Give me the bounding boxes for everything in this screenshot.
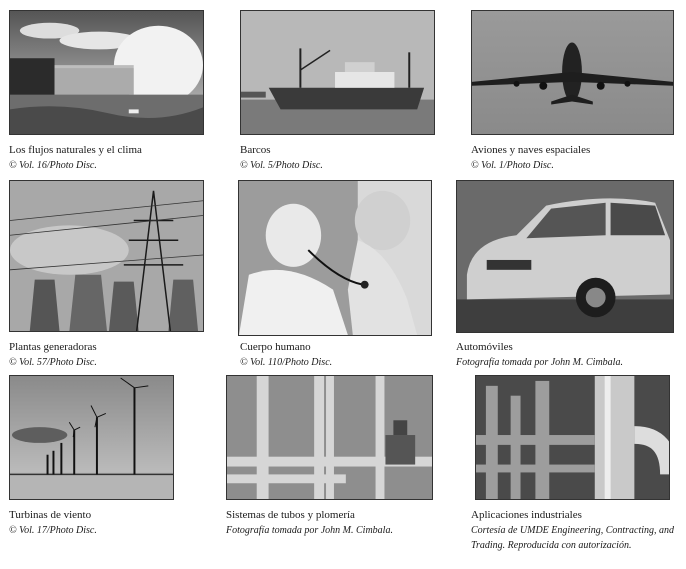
car-photo [456, 180, 674, 333]
figure-title: Aplicaciones industriales [471, 509, 582, 521]
figure-credit: © Vol. 16/Photo Disc. [9, 160, 97, 171]
doctor-child-photo [238, 180, 432, 336]
figure-title: Cuerpo humano [240, 341, 311, 353]
figure-credit: © Vol. 110/Photo Disc. [240, 357, 333, 368]
figure-credit: Fotografía tomada por John M. Cimbala. [456, 357, 623, 368]
figure-credit: Cortesía de UMDE Engineering, Contractin… [471, 525, 675, 551]
industrial-photo [475, 375, 670, 500]
figure-credit: © Vol. 57/Photo Disc. [9, 357, 97, 368]
figure-title: Los flujos naturales y el clima [9, 144, 142, 156]
waterfall-photo [9, 10, 204, 135]
caption-power-plant: Plantas generadoras © Vol. 57/Photo Disc… [9, 340, 209, 370]
figure-credit: © Vol. 5/Photo Disc. [240, 160, 323, 171]
figure-credit: © Vol. 17/Photo Disc. [9, 525, 97, 536]
figure-title: Aviones y naves espaciales [471, 144, 591, 156]
caption-pipes: Sistemas de tubos y plomería Fotografía … [226, 508, 451, 538]
power-plant-photo [9, 180, 204, 332]
caption-car: Automóviles Fotografía tomada por John M… [456, 340, 681, 370]
figure-credit: © Vol. 1/Photo Disc. [471, 160, 554, 171]
airplane-photo [471, 10, 674, 135]
ship-photo [240, 10, 435, 135]
figure-title: Barcos [240, 144, 271, 156]
figure-title: Plantas generadoras [9, 341, 97, 353]
pipes-photo [226, 375, 433, 500]
caption-industrial: Aplicaciones industriales Cortesía de UM… [471, 508, 681, 553]
caption-wind-turbines: Turbinas de viento © Vol. 17/Photo Disc. [9, 508, 209, 538]
figure-credit: Fotografía tomada por John M. Cimbala. [226, 525, 393, 536]
caption-airplane: Aviones y naves espaciales © Vol. 1/Phot… [471, 143, 681, 173]
caption-ship: Barcos © Vol. 5/Photo Disc. [240, 143, 440, 173]
caption-human-body: Cuerpo humano © Vol. 110/Photo Disc. [240, 340, 440, 370]
figure-title: Sistemas de tubos y plomería [226, 509, 355, 521]
figure-title: Automóviles [456, 341, 513, 353]
figure-title: Turbinas de viento [9, 509, 92, 521]
caption-waterfall: Los flujos naturales y el clima © Vol. 1… [9, 143, 209, 173]
wind-turbines-photo [9, 375, 174, 500]
